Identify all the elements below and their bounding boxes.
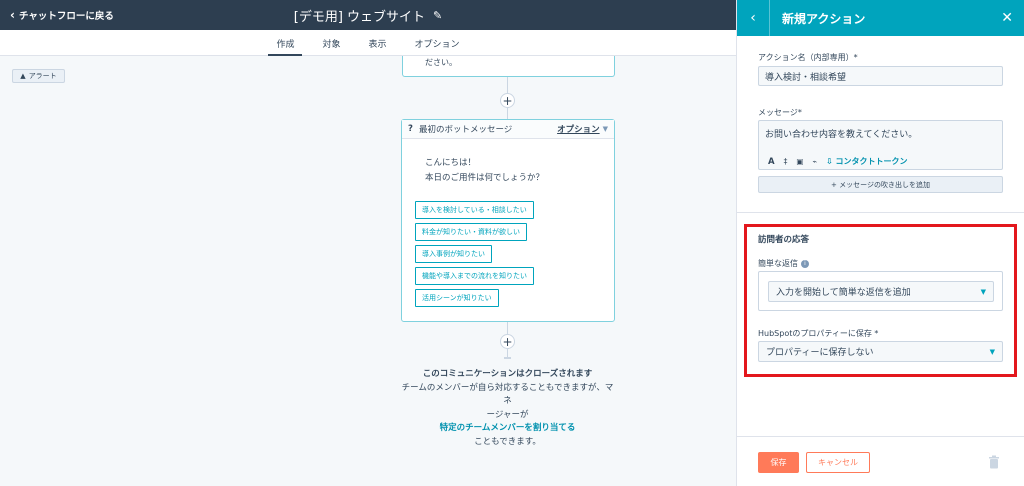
trash-icon[interactable] [988,455,1000,469]
choice-button[interactable]: 導入を検討している・相談したい [415,201,534,219]
warning-icon: ▲ [20,72,26,80]
closing-line: チームのメンバーが自ら対応することもできますが、マネ [401,382,614,407]
bot-message-card[interactable]: ? 最初のボットメッセージ オプション ▼ こんにちは！ 本日のご用件は何でしょ… [401,119,615,322]
action-name-label: アクション名（内部専用）* [758,53,858,62]
message-label: メッセージ* [758,108,802,117]
hubspot-property-select[interactable]: プロパティーに保存しない ▼ [758,341,1003,362]
panel-header: ‹ 新規アクション ✕ [737,0,1024,36]
add-action-button[interactable]: + [500,334,515,349]
dropdown-arrow-icon: ▼ [980,287,986,296]
pencil-icon[interactable]: ✎ [433,9,442,22]
attachment-icon[interactable]: ⌁ [812,157,817,166]
quick-reply-container: 入力を開始して簡単な返信を追加 ▼ [758,271,1003,311]
quick-reply-select[interactable]: 入力を開始して簡単な返信を追加 ▼ [768,281,994,302]
previous-card-text: ださい。 [425,58,457,67]
alert-button[interactable]: ▲ アラート [12,69,65,83]
contact-token-button[interactable]: ⇩ コンタクトトークン [826,156,908,167]
choice-button[interactable]: 機能や導入までの流れを知りたい [415,267,534,285]
message-text: お問い合わせ内容を教えてください。 [765,130,918,140]
close-icon[interactable]: ✕ [1001,0,1013,36]
quick-reply-placeholder: 入力を開始して簡単な返信を追加 [776,288,911,298]
page-title-text: [デモ用] ウェブサイト [293,9,426,25]
save-button[interactable]: 保存 [758,452,799,473]
quick-reply-label-row: 簡単な返信 i [758,258,809,269]
closing-title: このコミュニケーションはクローズされます [422,369,593,379]
bot-card-title: 最初のボットメッセージ [418,125,513,135]
add-action-button[interactable]: + [500,93,515,108]
info-icon[interactable]: i [801,259,809,268]
bot-card-options-link[interactable]: オプション [557,123,600,135]
flow-canvas: ▲ アラート ださい。 + ? 最初のボットメッセージ オプション ▼ こんにち… [0,56,736,486]
tab-target[interactable]: 対象 [308,30,354,56]
quick-reply-label: 簡単な返信 [758,259,798,268]
tab-options[interactable]: オプション [401,30,474,56]
tab-bar: 作成 対象 表示 オプション [0,30,736,57]
bot-message-line: 本日のご用件は何でしょうか？ [425,173,545,183]
text-format-icon[interactable]: A [768,157,775,167]
question-icon: ? [408,124,413,134]
flow-end-marker [504,357,511,359]
closing-message: このコミュニケーションはクローズされます チームのメンバーが自ら対応することもで… [400,368,615,449]
contact-token-label: コンタクトトークン [835,157,908,166]
message-toolbar: A ‡ ▣ ⌁ ⇩ コンタクトトークン [768,156,907,167]
action-name-input[interactable]: 導入検討・相談希望 [758,66,1003,86]
bot-message-text: こんにちは！ 本日のご用件は何でしょうか？ [425,156,544,186]
visitor-response-title: 訪問者の応答 [758,235,810,245]
previous-action-card[interactable]: ださい。 [402,56,615,77]
alert-label: アラート [28,72,57,80]
dropdown-arrow-icon: ▼ [989,347,995,356]
image-icon[interactable]: ▣ [796,157,803,166]
choice-button[interactable]: 活用シーンが知りたい [415,289,499,307]
bot-card-header: ? 最初のボットメッセージ オプション ▼ [402,120,614,139]
closing-line: こともできます。 [474,436,541,447]
closing-line: ージャーが [486,409,529,420]
add-message-bubble-button[interactable]: + メッセージの吹き出しを追加 [758,176,1003,193]
assign-member-link[interactable]: 特定のチームメンバーを割り当てる [400,422,615,436]
tab-display[interactable]: 表示 [355,30,401,56]
top-bar: ‹ チャットフローに戻る [デモ用] ウェブサイト ✎ [0,0,736,30]
new-action-panel: ‹ 新規アクション ✕ アクション名（内部専用）* 導入検討・相談希望 メッセー… [736,0,1024,486]
message-textarea[interactable]: お問い合わせ内容を教えてください。 A ‡ ▣ ⌁ ⇩ コンタクトトークン [758,120,1003,170]
choice-button[interactable]: 導入事例が知りたい [415,245,492,263]
quick-reply-choices: 導入を検討している・相談したい 料金が知りたい・資料が欲しい 導入事例が知りたい… [415,201,534,307]
choice-button[interactable]: 料金が知りたい・資料が欲しい [415,223,527,241]
panel-title: 新規アクション [782,11,866,26]
chevron-left-icon[interactable]: ‹ [737,0,770,36]
page-title: [デモ用] ウェブサイト ✎ [0,0,736,30]
tab-create[interactable]: 作成 [262,30,308,57]
footer-divider [737,436,1024,437]
section-divider [737,212,1024,213]
caret-down-icon: ▼ [602,125,608,133]
cancel-button[interactable]: キャンセル [806,452,870,473]
hubspot-property-label: HubSpotのプロパティーに保存 * [758,329,879,338]
hubspot-property-value: プロパティーに保存しない [766,348,874,358]
bot-message-line: こんにちは！ [425,158,477,168]
emoji-icon[interactable]: ‡ [784,157,788,166]
